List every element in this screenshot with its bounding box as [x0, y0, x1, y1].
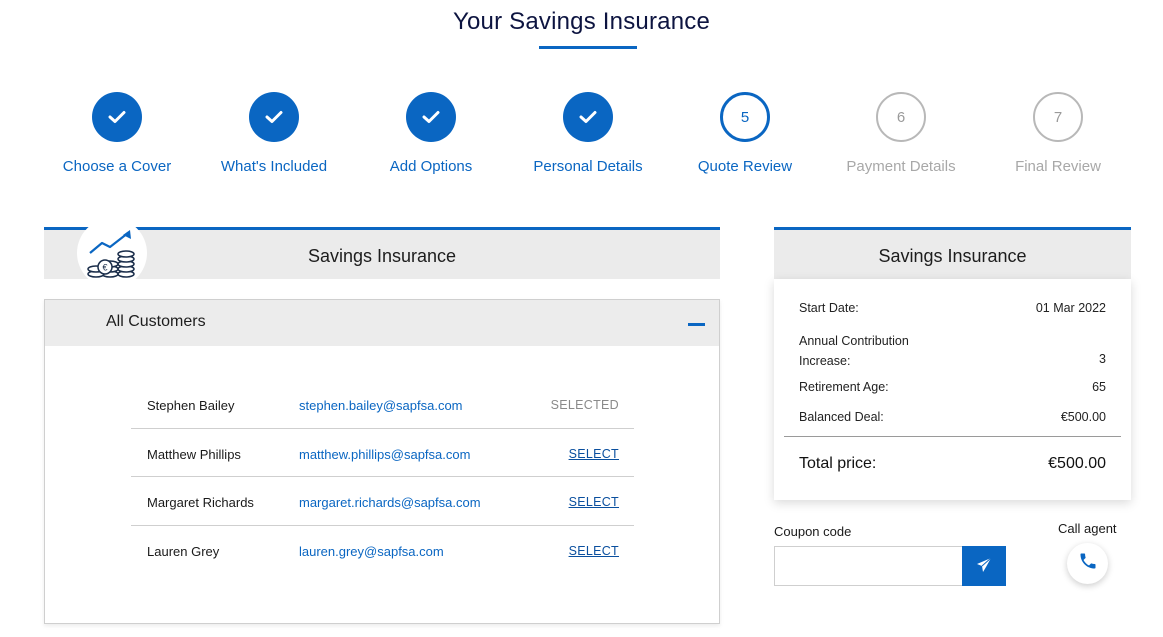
start-date-label: Start Date: [799, 301, 859, 315]
coupon-label: Coupon code [774, 524, 852, 539]
retirement-age-row: Retirement Age: 65 [799, 380, 1106, 394]
step-label: Quote Review [697, 158, 793, 175]
call-agent-button[interactable] [1067, 543, 1108, 584]
customer-email[interactable]: stephen.bailey@sapfsa.com [299, 398, 463, 413]
send-icon [976, 557, 992, 576]
start-date-value: 01 Mar 2022 [1035, 301, 1106, 315]
collapse-icon[interactable] [688, 323, 705, 326]
balanced-deal-row: Balanced Deal: €500.00 [799, 410, 1106, 424]
balanced-deal-value: €500.00 [1060, 410, 1106, 424]
customer-row: Lauren Grey lauren.grey@sapfsa.com SELEC… [131, 526, 634, 575]
customer-list: Stephen Bailey stephen.bailey@sapfsa.com… [131, 380, 634, 574]
page-title: Your Savings Insurance [452, 8, 710, 35]
step-label: Add Options [389, 158, 473, 175]
annual-increase-row: Annual Contribution Increase: 3 [799, 331, 1106, 371]
step-payment-details: 6 Payment Details [821, 92, 981, 175]
retirement-age-label: Retirement Age: [799, 380, 889, 394]
savings-growth-icon: € [77, 218, 147, 288]
step-number: 6 [876, 92, 926, 142]
check-icon [92, 92, 142, 142]
step-label: Payment Details [846, 158, 956, 175]
step-whats-included[interactable]: What's Included [194, 92, 354, 175]
quote-summary-card: Start Date: 01 Mar 2022 Annual Contribut… [774, 279, 1131, 500]
total-price-label: Total price: [799, 455, 877, 472]
call-agent-label: Call agent [1058, 521, 1117, 536]
annual-increase-label-line1: Annual Contribution [799, 334, 909, 348]
select-customer-button[interactable]: SELECT [569, 495, 619, 509]
customer-name: Stephen Bailey [147, 398, 235, 413]
step-label: Personal Details [533, 158, 643, 175]
customers-panel-header[interactable]: All Customers [45, 300, 719, 346]
select-customer-button[interactable]: SELECT [569, 447, 619, 461]
customer-email[interactable]: matthew.phillips@sapfsa.com [299, 447, 470, 462]
check-icon [249, 92, 299, 142]
step-number: 7 [1033, 92, 1083, 142]
step-number: 5 [720, 92, 770, 142]
summary-divider [784, 436, 1121, 437]
coupon-input[interactable] [774, 546, 964, 586]
step-add-options[interactable]: Add Options [351, 92, 511, 175]
customer-row: Matthew Phillips matthew.phillips@sapfsa… [131, 429, 634, 477]
balanced-deal-label: Balanced Deal: [799, 410, 884, 424]
summary-title: Savings Insurance [878, 246, 1027, 266]
customers-panel-title: All Customers [106, 313, 206, 330]
step-label: What's Included [220, 158, 328, 175]
customer-name: Lauren Grey [147, 543, 220, 559]
customers-panel: All Customers Stephen Bailey stephen.bai… [44, 299, 720, 624]
selected-status: SELECTED [550, 398, 619, 412]
start-date-row: Start Date: 01 Mar 2022 [799, 301, 1106, 315]
customer-email[interactable]: margaret.richards@sapfsa.com [299, 495, 481, 510]
customer-row: Stephen Bailey stephen.bailey@sapfsa.com… [131, 380, 634, 429]
total-price-row: Total price: €500.00 [799, 455, 1106, 473]
customer-name: Margaret Richards [147, 495, 254, 510]
select-customer-button[interactable]: SELECT [569, 544, 619, 558]
check-icon [406, 92, 456, 142]
coupon-submit-button[interactable] [962, 546, 1006, 586]
annual-increase-label-line2: Increase: [799, 354, 851, 368]
step-final-review: 7 Final Review [978, 92, 1138, 175]
customer-row: Margaret Richards margaret.richards@sapf… [131, 477, 634, 526]
phone-icon [1078, 551, 1098, 576]
step-label: Final Review [1015, 158, 1101, 175]
step-personal-details[interactable]: Personal Details [508, 92, 668, 175]
total-price-value: €500.00 [1048, 455, 1106, 472]
step-label: Choose a Cover [62, 158, 172, 175]
title-underline [539, 46, 637, 49]
annual-increase-value: 3 [1099, 352, 1106, 366]
svg-text:€: € [102, 263, 107, 273]
retirement-age-value: 65 [1092, 380, 1106, 394]
step-quote-review[interactable]: 5 Quote Review [665, 92, 825, 175]
step-choose-cover[interactable]: Choose a Cover [37, 92, 197, 175]
customer-email[interactable]: lauren.grey@sapfsa.com [299, 544, 444, 559]
check-icon [563, 92, 613, 142]
customer-name: Matthew Phillips [147, 446, 241, 462]
summary-header: Savings Insurance [774, 227, 1131, 279]
